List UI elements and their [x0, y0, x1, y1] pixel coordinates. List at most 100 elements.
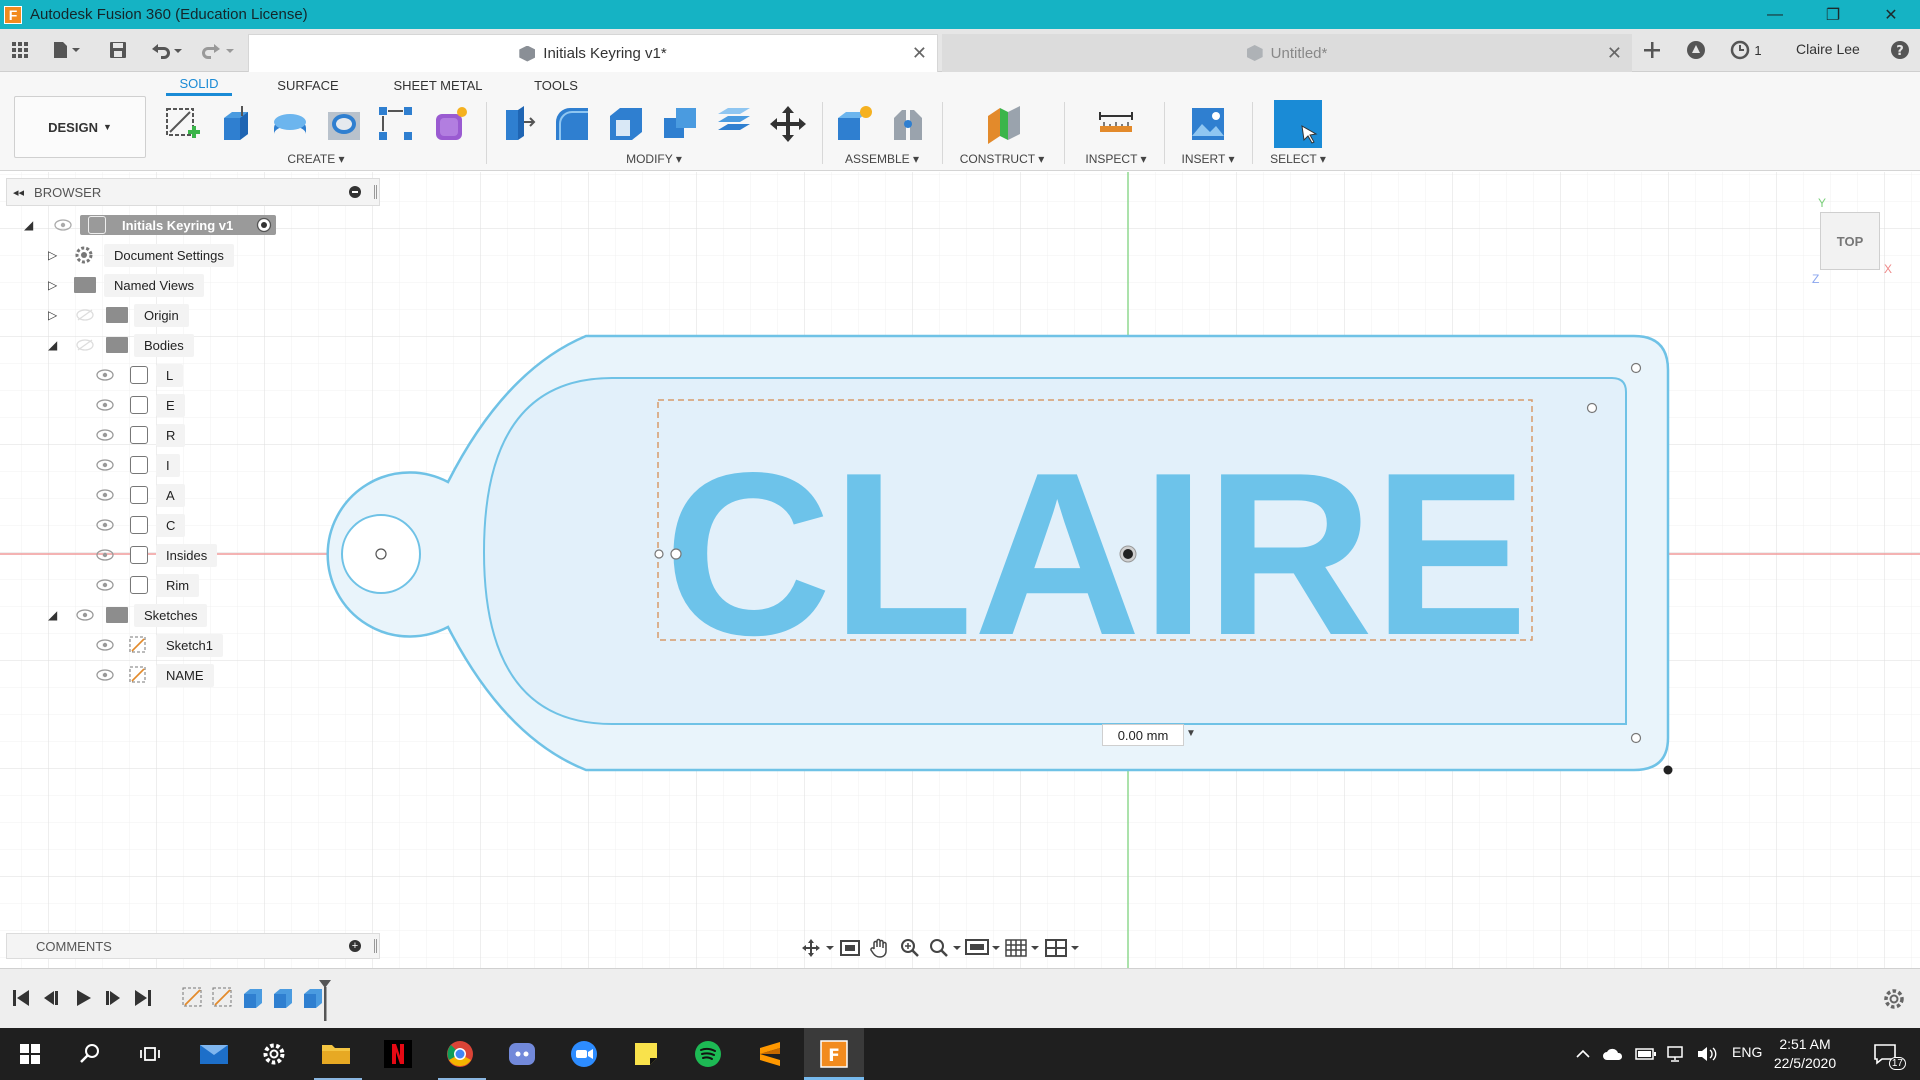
visibility-eye-icon[interactable]: [76, 609, 94, 621]
offset-face-icon[interactable]: [712, 102, 756, 146]
volume-icon[interactable]: [1694, 1036, 1720, 1072]
data-panel-grid-icon[interactable]: [8, 39, 32, 61]
collapse-triangle-icon[interactable]: ◢: [48, 608, 57, 622]
close-tab-icon[interactable]: ✕: [1607, 43, 1622, 64]
collapse-triangle-icon[interactable]: ◢: [24, 218, 33, 232]
create-menu[interactable]: CREATE ▾: [276, 152, 356, 166]
visibility-eye-icon[interactable]: [96, 549, 114, 561]
visibility-eye-icon[interactable]: [96, 369, 114, 381]
display-settings-icon[interactable]: [962, 937, 1002, 959]
modify-menu[interactable]: MODIFY ▾: [614, 152, 694, 166]
press-pull-icon[interactable]: [496, 102, 540, 146]
input-language[interactable]: ENG: [1732, 1044, 1762, 1060]
undo-icon[interactable]: [146, 39, 186, 61]
file-menu-icon[interactable]: [48, 39, 84, 61]
notifications-icon[interactable]: 17: [1866, 1036, 1906, 1072]
name-text-bodies[interactable]: CLAIRE: [664, 425, 1528, 684]
workspace-switcher[interactable]: DESIGN ▼: [14, 96, 146, 158]
settings-gear-icon[interactable]: [256, 1036, 292, 1072]
select-tool-icon[interactable]: [1274, 100, 1322, 148]
expand-triangle-icon[interactable]: ▷: [48, 248, 57, 262]
tree-body-c[interactable]: C: [96, 512, 226, 538]
discord-icon[interactable]: [504, 1036, 540, 1072]
tree-document-settings[interactable]: ▷ Document Settings: [48, 242, 248, 268]
construct-menu[interactable]: CONSTRUCT ▾: [952, 152, 1052, 166]
collapse-browser-icon[interactable]: ◂◂: [13, 186, 24, 199]
sticky-notes-icon[interactable]: [628, 1036, 664, 1072]
select-menu[interactable]: SELECT ▾: [1258, 152, 1338, 166]
timeline-settings-gear-icon[interactable]: [1882, 987, 1906, 1011]
create-sketch-icon[interactable]: [160, 102, 204, 146]
create-form-icon[interactable]: [428, 102, 472, 146]
sublime-text-icon[interactable]: [752, 1036, 788, 1072]
activate-radio-icon[interactable]: [256, 217, 272, 233]
timeline-sketch-feature-icon[interactable]: [210, 985, 236, 1011]
visibility-eye-icon[interactable]: [96, 639, 114, 651]
tab-untitled[interactable]: Untitled* ✕: [942, 34, 1632, 72]
shell-icon[interactable]: [604, 102, 648, 146]
help-icon[interactable]: ?: [1888, 39, 1912, 61]
redo-icon[interactable]: [198, 39, 238, 61]
orbit-icon[interactable]: [800, 937, 836, 959]
hidden-eye-icon[interactable]: [76, 309, 94, 321]
step-forward-icon[interactable]: [102, 987, 124, 1009]
tab-surface[interactable]: SURFACE: [270, 74, 346, 96]
expand-triangle-icon[interactable]: ▷: [48, 308, 57, 322]
system-clock[interactable]: 2:51 AM 22/5/2020: [1760, 1035, 1850, 1073]
tree-sketches[interactable]: ◢ Sketches: [48, 602, 248, 628]
fillet-icon[interactable]: [550, 102, 594, 146]
onedrive-cloud-icon[interactable]: [1600, 1036, 1626, 1072]
new-tab-plus-icon[interactable]: [1640, 39, 1664, 61]
hole-icon[interactable]: [322, 102, 366, 146]
collapse-triangle-icon[interactable]: ◢: [48, 338, 57, 352]
save-icon[interactable]: [106, 39, 130, 61]
step-back-icon[interactable]: [40, 987, 62, 1009]
hidden-eye-icon[interactable]: [76, 339, 94, 351]
zoom-meetings-icon[interactable]: [566, 1036, 602, 1072]
visibility-eye-icon[interactable]: [96, 579, 114, 591]
revolve-icon[interactable]: [268, 102, 312, 146]
combine-icon[interactable]: [658, 102, 702, 146]
mail-icon[interactable]: [196, 1036, 232, 1072]
move-copy-icon[interactable]: [766, 102, 810, 146]
tree-body-r[interactable]: R: [96, 422, 226, 448]
visibility-eye-icon[interactable]: [96, 519, 114, 531]
visibility-eye-icon[interactable]: [96, 399, 114, 411]
visibility-eye-icon[interactable]: [96, 459, 114, 471]
tab-solid[interactable]: SOLID: [166, 74, 232, 96]
comments-panel-header[interactable]: COMMENTS +: [6, 933, 380, 959]
tree-sketch-name[interactable]: NAME: [96, 662, 236, 688]
show-hidden-icons-chevron[interactable]: [1572, 1036, 1594, 1072]
tree-origin[interactable]: ▷ Origin: [48, 302, 248, 328]
tree-body-e[interactable]: E: [96, 392, 226, 418]
view-cube[interactable]: TOP: [1820, 212, 1880, 270]
add-comment-icon[interactable]: +: [349, 940, 361, 952]
tree-body-a[interactable]: A: [96, 482, 226, 508]
browser-minus-icon[interactable]: [349, 186, 361, 198]
job-status-icon[interactable]: 1: [1724, 39, 1768, 61]
tree-sketch-sketch1[interactable]: Sketch1: [96, 632, 236, 658]
battery-icon[interactable]: [1634, 1036, 1658, 1072]
grid-snaps-icon[interactable]: [1002, 937, 1042, 959]
play-icon[interactable]: [72, 987, 94, 1009]
tree-body-insides[interactable]: Insides: [96, 542, 226, 568]
tree-named-views[interactable]: ▷ Named Views: [48, 272, 248, 298]
insert-image-icon[interactable]: [1186, 102, 1230, 146]
tree-body-i[interactable]: I: [96, 452, 226, 478]
extrude-icon[interactable]: [214, 102, 258, 146]
assemble-menu[interactable]: ASSEMBLE ▾: [836, 152, 928, 166]
rectangular-pattern-icon[interactable]: [374, 102, 418, 146]
zoom-icon[interactable]: [896, 937, 926, 959]
visibility-eye-icon[interactable]: [96, 429, 114, 441]
timeline-sketch-feature-icon[interactable]: [180, 985, 206, 1011]
tab-initials-keyring[interactable]: Initials Keyring v1* ✕: [248, 34, 938, 72]
timeline-marker-handle[interactable]: [318, 979, 332, 1021]
windows-start-icon[interactable]: [12, 1036, 48, 1072]
visibility-eye-icon[interactable]: [96, 669, 114, 681]
dimension-dropdown-icon[interactable]: ▼: [1186, 728, 1196, 739]
viewports-icon[interactable]: [1042, 937, 1082, 959]
new-component-icon[interactable]: [832, 102, 876, 146]
close-window-button[interactable]: ✕: [1862, 0, 1920, 29]
task-view-icon[interactable]: [132, 1036, 168, 1072]
file-explorer-icon[interactable]: [318, 1036, 354, 1072]
